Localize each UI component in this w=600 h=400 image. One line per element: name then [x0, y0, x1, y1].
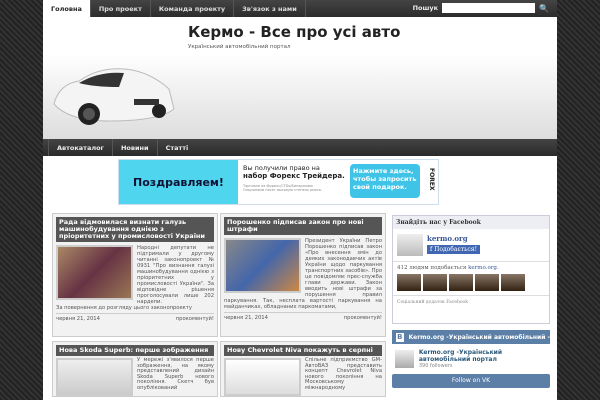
ad-headline: Поздравляем!	[119, 160, 238, 204]
nav-news[interactable]: Новини	[111, 139, 157, 156]
facebook-widget: Знайдіть нас у Facebook kermo.org f Подо…	[392, 215, 550, 324]
ad-line2: набор Форекс Трейдера.	[243, 172, 345, 180]
vk-bar-title[interactable]: Kermo.org -Український автомобільний -	[409, 334, 550, 341]
post-date: червня 21, 2014	[56, 316, 100, 322]
vk-followers: 390 followers	[418, 363, 453, 369]
post-title[interactable]: Нову Chevrolet Niva покажуть в серпні	[224, 345, 382, 356]
post-thumbnail[interactable]	[56, 245, 133, 300]
post-excerpt: Народні депутати не підтримали у другому…	[137, 245, 214, 305]
post-more: За повернення до розгляду цього законопр…	[56, 305, 192, 311]
vk-group-name[interactable]: Kermo.org -Український автомобільний пор…	[419, 349, 547, 363]
search: Пошук 🔍	[413, 3, 549, 13]
nav-articles[interactable]: Статті	[156, 139, 197, 156]
fb-footer: Соціальний додаток Facebook	[393, 295, 549, 309]
post-date: червня 21, 2014	[224, 315, 268, 321]
post-excerpt: Спільне підприємство GM-АвтоВАЗ представ…	[305, 357, 382, 391]
nav-contact[interactable]: Зв'язок з нами	[234, 0, 306, 17]
ad-brand: FOREX	[428, 168, 435, 191]
post-card: Порошенко підписав закон про нові штрафи…	[220, 213, 386, 337]
comment-link[interactable]: прокоментуй!	[176, 316, 214, 322]
vk-widget: B Kermo.org -Український автомобільний - …	[392, 330, 550, 388]
ad-disclaimer: Торговля на Форекс/CFDs/Бинарными Опцион…	[243, 184, 322, 192]
post-thumbnail[interactable]	[224, 358, 301, 396]
post-title[interactable]: Рада відмовилася визнати галузь машинобу…	[56, 217, 214, 242]
car-logo-image	[53, 68, 175, 125]
nav-about[interactable]: Про проект	[91, 0, 151, 17]
comment-link[interactable]: прокоментуй!	[344, 315, 382, 321]
post-card: Рада відмовилася визнати галузь машинобу…	[52, 213, 218, 337]
post-thumbnail[interactable]	[224, 238, 301, 293]
post-card: Нову Chevrolet Niva покажуть в серпні Сп…	[220, 341, 386, 397]
fan-avatar[interactable]	[423, 274, 447, 291]
fb-like-label: Подобається!	[434, 246, 477, 253]
fb-page-name[interactable]: kermo.org	[427, 234, 480, 243]
fb-page-avatar[interactable]	[397, 234, 423, 256]
forex-ad-banner[interactable]: Поздравляем! Вы получили право на набор …	[118, 159, 439, 205]
page: Головна Про проект Команда проекту Зв'яз…	[43, 0, 557, 400]
header: Кермо - Все про усі авто Український авт…	[43, 17, 557, 139]
search-icon[interactable]: 🔍	[539, 4, 549, 13]
search-input[interactable]	[442, 3, 536, 13]
fan-avatar[interactable]	[397, 274, 421, 291]
vk-icon: B	[396, 332, 404, 342]
post-title[interactable]: Нова Skoda Superb: перше зображення	[56, 345, 214, 356]
fb-header: Знайдіть нас у Facebook	[393, 216, 549, 229]
fb-like-button[interactable]: f Подобається!	[427, 245, 480, 254]
fb-fan-faces	[393, 274, 549, 291]
vk-follow-button[interactable]: Follow on VK	[392, 374, 550, 388]
nav-home[interactable]: Головна	[43, 0, 91, 17]
fan-avatar[interactable]	[501, 274, 525, 291]
post-thumbnail[interactable]	[56, 358, 133, 396]
nav-team[interactable]: Команда проекту	[151, 0, 235, 17]
fan-avatar[interactable]	[475, 274, 499, 291]
top-nav: Головна Про проект Команда проекту Зв'яз…	[43, 0, 557, 17]
post-card: Нова Skoda Superb: перше зображення У ме…	[52, 341, 218, 397]
vk-group-avatar[interactable]	[395, 350, 414, 368]
fb-page-link[interactable]: kermo.org.	[468, 265, 499, 271]
post-title[interactable]: Порошенко підписав закон про нові штрафи	[224, 217, 382, 235]
ad-cta-button[interactable]: Нажмите здесь, чтобы запросить свой пода…	[350, 164, 420, 198]
site-subtitle: Український автомобільний портал	[188, 44, 291, 50]
search-label: Пошук	[412, 4, 439, 12]
post-excerpt: У мережі з'явилося перше зображення, на …	[137, 357, 214, 391]
fb-like-count: 412 людям подобається	[397, 265, 467, 271]
category-nav: Автокаталог Новини Статті	[43, 139, 557, 156]
site-title[interactable]: Кермо - Все про усі авто	[188, 23, 400, 41]
nav-autocatalog[interactable]: Автокаталог	[48, 139, 112, 156]
fan-avatar[interactable]	[449, 274, 473, 291]
